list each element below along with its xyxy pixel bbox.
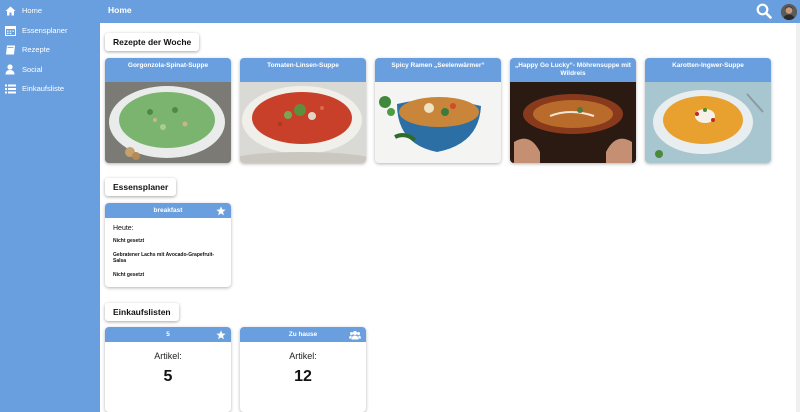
home-icon [4, 5, 16, 16]
recipe-title: Spicy Ramen „Seelenwärmer“ [375, 58, 501, 82]
recipe-title: Tomaten-Linsen-Suppe [240, 58, 366, 82]
sidebar-item-label: Essensplaner [22, 25, 68, 35]
recipe-title: Karotten-Ingwer-Suppe [645, 58, 771, 82]
shopping-list-card[interactable]: 5 Artikel: 5 [105, 327, 231, 412]
recipe-title: „Happy Go Lucky“- Möhrensuppe mit Wildre… [510, 58, 636, 82]
shopping-list-card[interactable]: Zu hause Artikel: 12 [240, 327, 366, 412]
items-label: Artikel: [154, 351, 182, 361]
sidebar-item-essensplaner[interactable]: Essensplaner [0, 21, 100, 41]
sidebar-item-label: Einkaufsliste [22, 84, 65, 94]
today-label: Heute: [113, 225, 134, 232]
recipe-image [375, 82, 501, 163]
recipe-image [645, 82, 771, 163]
sidebar-item-label: Social [22, 64, 43, 74]
book-icon [4, 44, 16, 55]
sidebar-item-label: Rezepte [22, 45, 50, 55]
section-title-planner: Essensplaner [105, 178, 177, 196]
list-name: 5 [166, 331, 170, 338]
meal-entry: Gebratener Lachs mit Avocado-Grapefruit-… [113, 251, 215, 265]
sidebar: Home Essensplaner Rezepte Social Einkauf… [0, 0, 100, 412]
sidebar-item-einkaufsliste[interactable]: Einkaufsliste [0, 79, 100, 99]
recipe-card[interactable]: Tomaten-Linsen-Suppe [240, 58, 366, 163]
items-count: 5 [163, 368, 173, 385]
top-bar: Home [100, 0, 800, 23]
group-icon[interactable] [349, 330, 361, 340]
recipe-image [240, 82, 366, 163]
items-label: Artikel: [289, 351, 317, 361]
meal-title: breakfast [153, 207, 183, 214]
calendar-icon [4, 25, 16, 36]
sidebar-item-home[interactable]: Home [0, 1, 100, 21]
section-title-lists: Einkaufslisten [105, 303, 179, 321]
sidebar-item-rezepte[interactable]: Rezepte [0, 40, 100, 60]
user-icon [4, 64, 16, 75]
items-count: 12 [294, 368, 312, 385]
search-icon[interactable] [756, 3, 772, 19]
meal-entry: Nicht gesetzt [113, 238, 145, 244]
recipe-card[interactable]: Gorgonzola-Spinat-Suppe [105, 58, 231, 163]
main-content: Rezepte der Woche Gorgonzola-Spinat-Supp… [100, 23, 796, 412]
sidebar-item-label: Home [22, 6, 43, 16]
avatar[interactable] [781, 4, 797, 20]
page-title: Home [108, 5, 132, 15]
star-icon[interactable] [216, 330, 226, 340]
sidebar-item-social[interactable]: Social [0, 60, 100, 80]
star-icon[interactable] [216, 206, 226, 216]
recipe-card[interactable]: Karotten-Ingwer-Suppe [645, 58, 771, 163]
meal-entry: Nicht gesetzt [113, 271, 145, 278]
list-name: Zu hause [288, 331, 318, 338]
scrollbar[interactable] [796, 23, 800, 412]
recipe-card[interactable]: „Happy Go Lucky“- Möhrensuppe mit Wildre… [510, 58, 636, 163]
section-title-recipes: Rezepte der Woche [105, 33, 200, 51]
list-icon [4, 83, 16, 94]
recipe-image [510, 82, 636, 163]
meal-plan-card[interactable]: breakfast Heute: Nicht gesetzt Gebratene… [105, 203, 231, 287]
recipe-image [105, 82, 231, 163]
recipe-card[interactable]: Spicy Ramen „Seelenwärmer“ [375, 58, 501, 163]
recipe-title: Gorgonzola-Spinat-Suppe [105, 58, 231, 82]
